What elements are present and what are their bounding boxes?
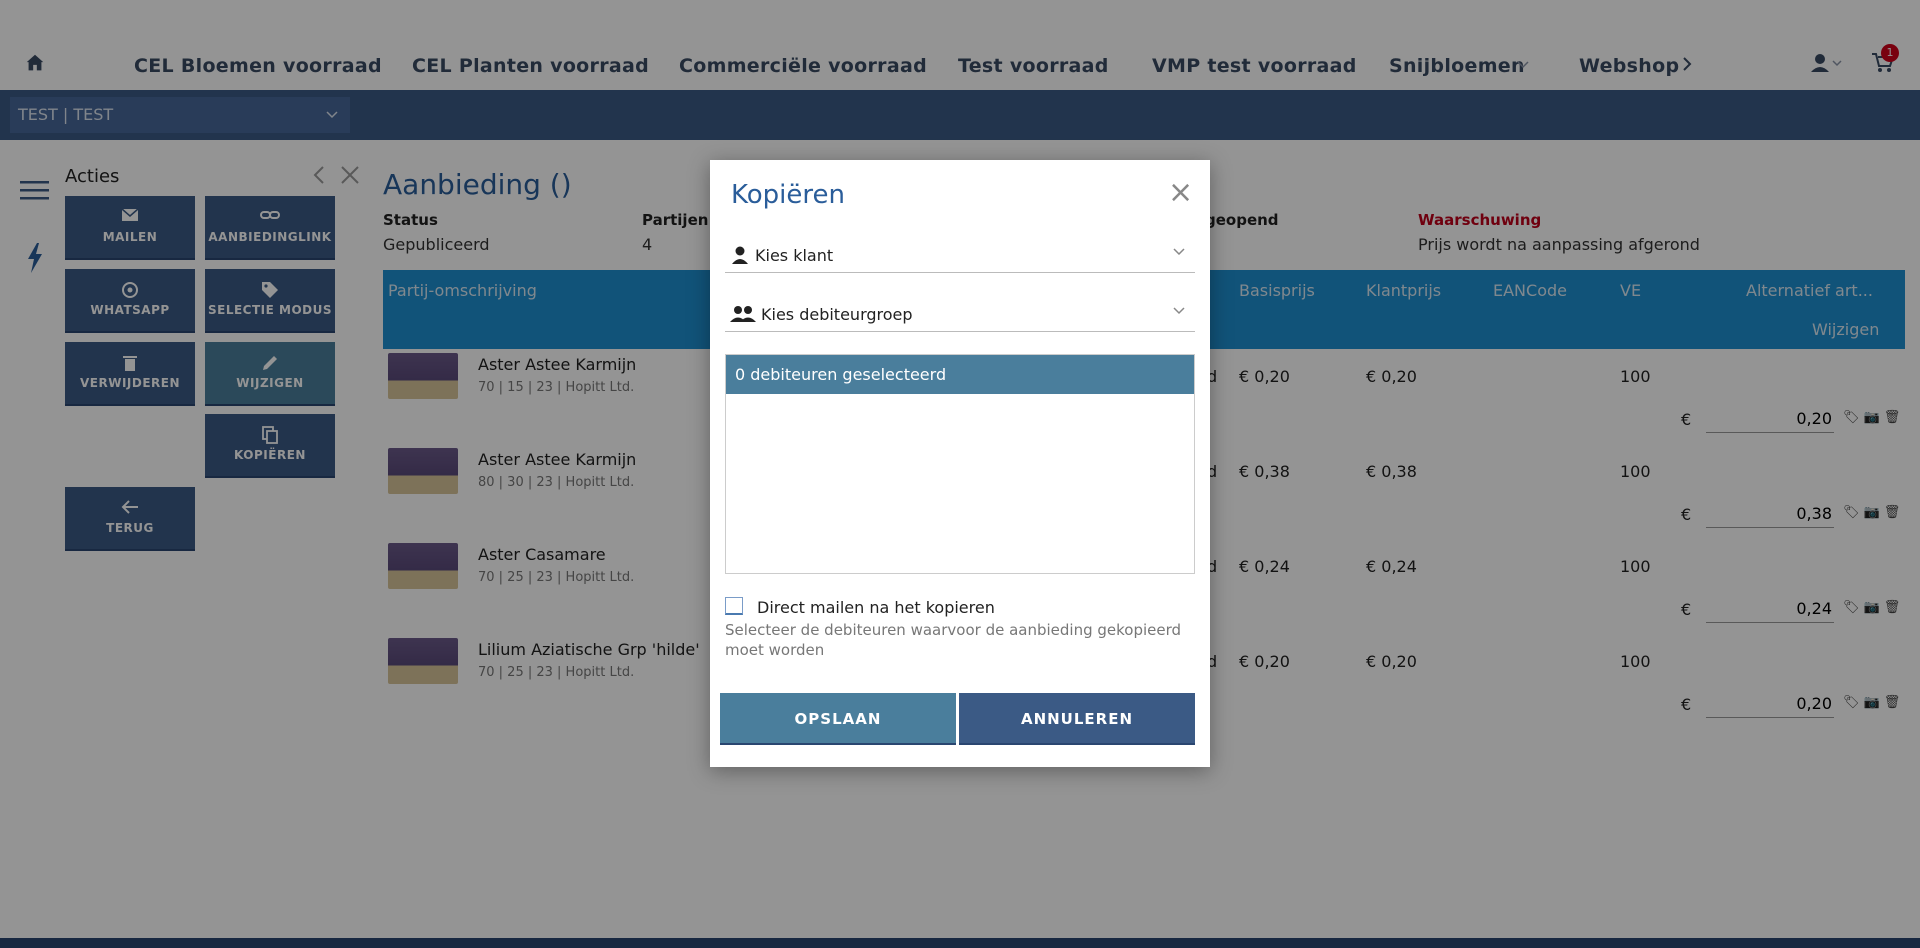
selected-debtors-list[interactable]: 0 debiteuren geselecteerd	[725, 354, 1195, 574]
group-icon	[730, 306, 756, 322]
klant-select[interactable]: Kies klant	[725, 237, 1195, 273]
kopieren-dialog: Kopiëren × Kies klant Kies debiteurgroep…	[710, 160, 1210, 767]
debiteurgroep-select[interactable]: Kies debiteurgroep	[725, 296, 1195, 332]
help-text: Selecteer de debiteuren waarvoor de aanb…	[725, 621, 1182, 659]
debiteurgroep-select-placeholder: Kies debiteurgroep	[761, 305, 913, 324]
chevron-down-icon	[1173, 307, 1185, 315]
opslaan-button[interactable]: OPSLAAN	[720, 693, 956, 745]
klant-select-placeholder: Kies klant	[755, 246, 834, 265]
chevron-down-icon	[1173, 248, 1185, 256]
person-icon	[732, 246, 748, 264]
close-icon[interactable]: ×	[1168, 178, 1193, 208]
direct-mailen-label[interactable]: Direct mailen na het kopieren	[757, 598, 995, 617]
direct-mailen-checkbox[interactable]	[725, 597, 743, 615]
dialog-title: Kopiëren	[731, 180, 845, 210]
annuleren-button[interactable]: ANNULEREN	[959, 693, 1195, 745]
selected-debtors-header: 0 debiteuren geselecteerd	[726, 355, 1194, 394]
